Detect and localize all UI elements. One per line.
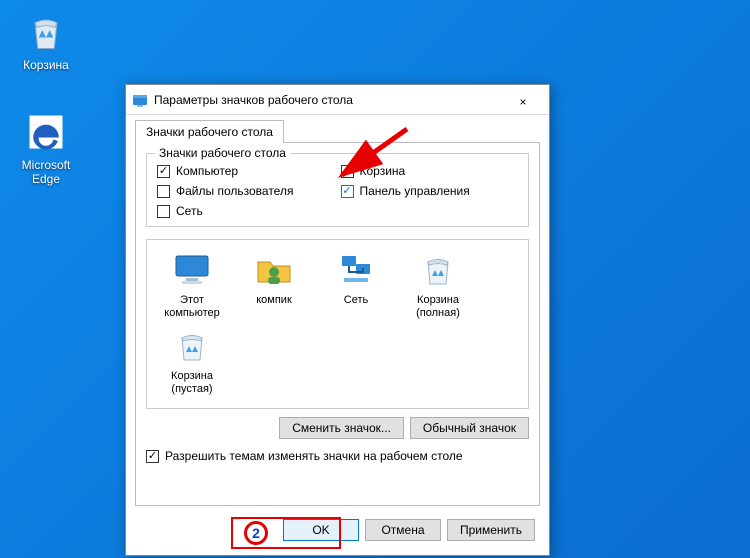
desktop-icons-settings-dialog: Параметры значков рабочего стола × Значк…: [125, 84, 550, 556]
icon-preview-list: Этот компьютер компик Сеть Корзина (полн…: [146, 239, 529, 409]
checkbox-icon: [157, 185, 170, 198]
tabstrip: Значки рабочего стола: [126, 119, 549, 142]
checkbox-icon: [341, 185, 354, 198]
cancel-button[interactable]: Отмена: [365, 519, 441, 541]
checkbox-label: Корзина: [360, 164, 406, 178]
icon-item-label: Корзина (пустая): [155, 370, 229, 396]
desktop-icon-edge[interactable]: Microsoft Edge: [10, 110, 82, 186]
titlebar: Параметры значков рабочего стола ×: [126, 85, 549, 115]
checkbox-computer[interactable]: Компьютер: [157, 164, 335, 178]
icon-item-kompik[interactable]: компик: [237, 250, 311, 320]
checkbox-recycle-bin[interactable]: Корзина: [341, 164, 519, 178]
checkbox-label: Сеть: [176, 204, 203, 218]
close-button[interactable]: ×: [503, 86, 543, 114]
annotation-step-badge: 2: [244, 521, 268, 545]
icon-item-label: Сеть: [319, 294, 393, 307]
checkbox-icon: [146, 450, 159, 463]
icon-item-label: компик: [237, 294, 311, 307]
icon-buttons-row: Сменить значок... Обычный значок: [146, 417, 529, 439]
checkbox-label: Панель управления: [360, 184, 470, 198]
icon-item-label: Этот компьютер: [155, 294, 229, 320]
edge-icon: [24, 110, 68, 154]
groupbox-desktop-icons: Значки рабочего стола Компьютер Корзина …: [146, 153, 529, 227]
checkbox-label: Компьютер: [176, 164, 238, 178]
checkbox-network[interactable]: Сеть: [157, 204, 335, 218]
computer-icon: [172, 250, 212, 290]
dialog-buttons: OK Отмена Применить: [283, 519, 535, 541]
checkbox-control-panel[interactable]: Панель управления: [341, 184, 519, 198]
network-icon: [336, 250, 376, 290]
apply-button[interactable]: Применить: [447, 519, 535, 541]
icon-item-recycle-empty[interactable]: Корзина (пустая): [155, 326, 229, 396]
dialog-title-icon: [132, 92, 148, 108]
desktop-icon-label: Корзина: [10, 58, 82, 72]
user-folder-icon: [254, 250, 294, 290]
checkbox-label: Разрешить темам изменять значки на рабоч…: [165, 449, 463, 463]
tab-body: Значки рабочего стола Компьютер Корзина …: [135, 142, 540, 506]
desktop-icon-recycle-bin[interactable]: Корзина: [10, 10, 82, 72]
ok-button[interactable]: OK: [283, 519, 359, 541]
icon-item-recycle-full[interactable]: Корзина (полная): [401, 250, 475, 320]
checkbox-label: Файлы пользователя: [176, 184, 293, 198]
recycle-bin-icon: [24, 10, 68, 54]
default-icon-button[interactable]: Обычный значок: [410, 417, 529, 439]
recycle-empty-icon: [172, 326, 212, 366]
icon-item-network[interactable]: Сеть: [319, 250, 393, 320]
checkbox-icon: [157, 165, 170, 178]
dialog-title: Параметры значков рабочего стола: [154, 93, 503, 107]
recycle-full-icon: [418, 250, 458, 290]
checkbox-icon: [157, 205, 170, 218]
checkbox-allow-themes[interactable]: Разрешить темам изменять значки на рабоч…: [146, 449, 529, 463]
tab-desktop-icons[interactable]: Значки рабочего стола: [135, 120, 284, 143]
checkbox-user-files[interactable]: Файлы пользователя: [157, 184, 335, 198]
checkbox-icon: [341, 165, 354, 178]
groupbox-legend: Значки рабочего стола: [155, 146, 290, 160]
desktop-icon-label: Microsoft Edge: [10, 158, 82, 186]
icon-item-label: Корзина (полная): [401, 294, 475, 320]
change-icon-button[interactable]: Сменить значок...: [279, 417, 404, 439]
close-icon: ×: [519, 95, 526, 109]
icon-item-this-pc[interactable]: Этот компьютер: [155, 250, 229, 320]
